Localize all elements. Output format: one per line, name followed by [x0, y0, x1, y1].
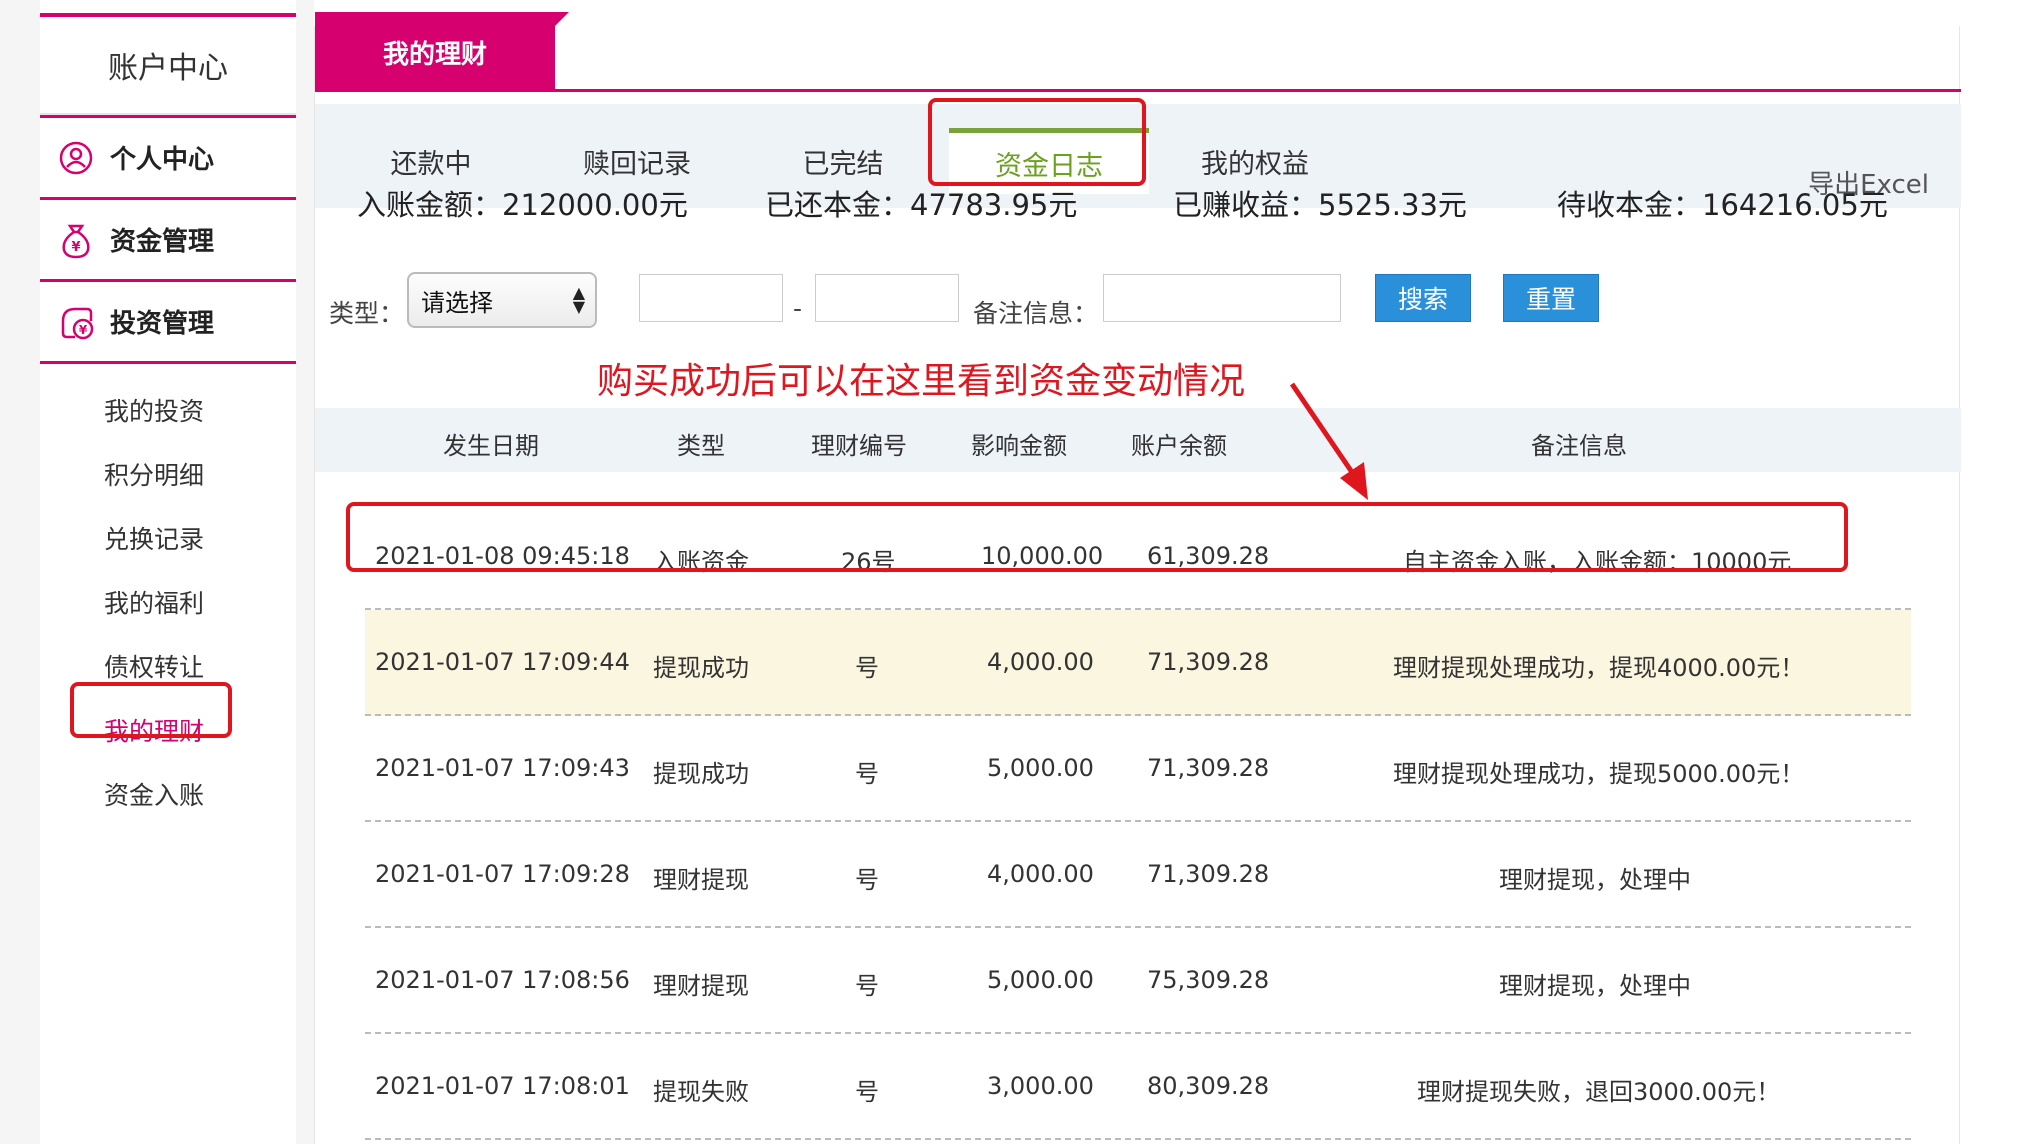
annotation-arrow-icon — [1289, 382, 1368, 500]
